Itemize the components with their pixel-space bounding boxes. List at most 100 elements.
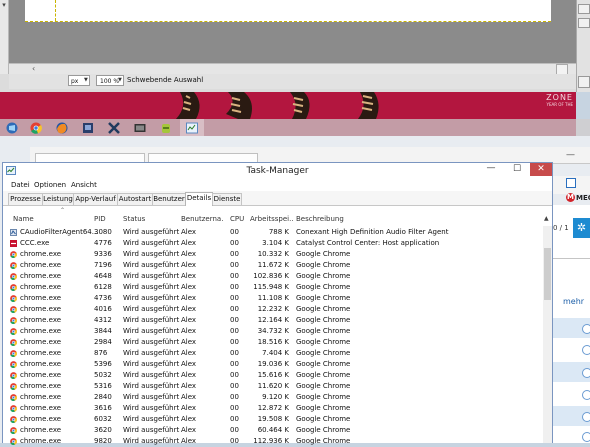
process-name: chrome.exe: [20, 349, 62, 357]
calendar-icon[interactable]: [566, 178, 576, 188]
process-memory: 19.508 K: [257, 415, 289, 423]
process-status: Wird ausgeführt: [123, 272, 180, 280]
process-memory: 102.836 K: [253, 272, 289, 280]
bookmark-mega[interactable]: MEGA: [576, 194, 590, 202]
taskbar-taskmanager[interactable]: [180, 119, 204, 136]
more-link[interactable]: mehr: [563, 297, 584, 306]
column-memory[interactable]: Arbeitsspei...: [250, 215, 294, 224]
scroll-left-icon[interactable]: ‹: [32, 64, 35, 73]
process-memory: 34.732 K: [257, 327, 289, 335]
table-row[interactable]: chrome.exe 4736 Wird ausgeführt Alex 00 11.10…: [8, 293, 542, 304]
tab-benutzer[interactable]: Benutzer: [152, 193, 186, 205]
menu-ansicht[interactable]: Ansicht: [71, 180, 97, 191]
close-button[interactable]: ✕: [530, 163, 552, 176]
process-status: Wird ausgeführt: [123, 415, 180, 423]
table-row[interactable]: chrome.exe 6128 Wird ausgeführt Alex 00 115.9…: [8, 282, 542, 293]
column-cpu[interactable]: CPU: [230, 215, 244, 224]
table-row[interactable]: chrome.exe 7196 Wird ausgeführt Alex 00 11.67…: [8, 260, 542, 271]
tab-autostart[interactable]: Autostart: [117, 193, 153, 205]
process-user: Alex: [181, 382, 197, 390]
panel-button[interactable]: [578, 76, 590, 88]
column-description[interactable]: Beschreibung: [296, 215, 344, 224]
taskbar-android[interactable]: [154, 119, 178, 136]
window-controls-icon[interactable]: —: [566, 150, 575, 160]
process-description: Catalyst Control Center: Host applicatio…: [296, 239, 440, 247]
table-row[interactable]: chrome.exe 9336 Wird ausgeführt Alex 00 10.33…: [8, 249, 542, 260]
process-user: Alex: [181, 316, 197, 324]
mega-icon[interactable]: M: [566, 193, 575, 202]
process-memory: 112.936 K: [253, 437, 289, 445]
table-row[interactable]: chrome.exe 5032 Wird ausgeführt Alex 00 15.61…: [8, 370, 542, 381]
table-row[interactable]: CCC.exe 4776 Wird ausgeführt Alex 00 3.104 K C…: [8, 238, 542, 249]
chevron-down-icon[interactable]: ▼: [84, 75, 90, 86]
settings-gear-icon[interactable]: ✲: [573, 218, 590, 238]
process-cpu: 00: [230, 349, 239, 357]
table-row[interactable]: chrome.exe 3844 Wird ausgeführt Alex 00 34.73…: [8, 326, 542, 337]
chevron-down-icon[interactable]: ▼: [118, 75, 124, 86]
start-button[interactable]: [0, 119, 24, 136]
tab-leistung[interactable]: Leistung: [42, 193, 74, 205]
process-user: Alex: [181, 338, 197, 346]
table-row[interactable]: chrome.exe 3620 Wird ausgeführt Alex 00 60.46…: [8, 425, 542, 436]
process-user: Alex: [181, 239, 197, 247]
table-row[interactable]: chrome.exe 876 Wird ausgeführt Alex 00 7.404 …: [8, 348, 542, 359]
column-status[interactable]: Status: [123, 215, 145, 224]
process-memory: 11.672 K: [257, 261, 289, 269]
panel-button[interactable]: [578, 4, 590, 14]
table-row[interactable]: chrome.exe 5396 Wird ausgeführt Alex 00 19.03…: [8, 359, 542, 370]
tab-details[interactable]: Details: [185, 192, 213, 206]
column-user[interactable]: Benutzerna...: [181, 215, 223, 224]
tab-dienste[interactable]: Dienste: [212, 193, 242, 205]
badge-icon: [582, 368, 590, 378]
taskbar-gimp[interactable]: [76, 119, 100, 136]
table-row[interactable]: chrome.exe 9820 Wird ausgeführt Alex 00 112.9…: [8, 436, 542, 447]
maximize-button[interactable]: ☐: [506, 163, 528, 176]
scroll-up-icon[interactable]: ▲: [544, 215, 549, 222]
table-row[interactable]: chrome.exe 6032 Wird ausgeführt Alex 00 19.50…: [8, 414, 542, 425]
table-row[interactable]: CAudioFilterAgent64... 3080 Wird ausgeführ…: [8, 227, 542, 238]
table-row[interactable]: chrome.exe 4016 Wird ausgeführt Alex 00 12.23…: [8, 304, 542, 315]
panel-button[interactable]: [578, 18, 590, 28]
media-icon: [134, 124, 146, 132]
taskbar-firefox[interactable]: [50, 119, 74, 136]
menu-optionen[interactable]: Optionen: [34, 180, 66, 191]
firefox-icon: [56, 122, 68, 134]
image-canvas[interactable]: [25, 0, 551, 22]
process-name: chrome.exe: [20, 426, 62, 434]
badge-icon: [582, 390, 590, 400]
taskbar-tools[interactable]: [102, 119, 126, 136]
table-row[interactable]: chrome.exe 4312 Wird ausgeführt Alex 00 12.16…: [8, 315, 542, 326]
table-row[interactable]: chrome.exe 2984 Wird ausgeführt Alex 00 18.51…: [8, 337, 542, 348]
process-name: chrome.exe: [20, 404, 62, 412]
process-cpu: 00: [230, 283, 239, 291]
table-row[interactable]: chrome.exe 5316 Wird ausgeführt Alex 00 11.62…: [8, 381, 542, 392]
table-row[interactable]: chrome.exe 3616 Wird ausgeführt Alex 00 12.87…: [8, 403, 542, 414]
process-user: Alex: [181, 404, 197, 412]
process-cpu: 00: [230, 437, 239, 445]
process-description: Google Chrome: [296, 415, 351, 423]
table-row[interactable]: chrome.exe 2840 Wird ausgeführt Alex 00 9.120…: [8, 392, 542, 403]
column-pid[interactable]: PID: [94, 215, 106, 224]
process-user: Alex: [181, 228, 197, 236]
process-user: Alex: [181, 415, 197, 423]
minimize-button[interactable]: —: [480, 163, 502, 176]
taskbar-chrome[interactable]: [24, 119, 48, 136]
process-memory: 115.948 K: [253, 283, 289, 291]
process-cpu: 00: [230, 250, 239, 258]
taskbar-media[interactable]: [128, 119, 152, 136]
column-name[interactable]: Name: [13, 215, 34, 224]
ruler-arrow-icon: ▾: [2, 1, 6, 9]
tab-prozesse[interactable]: Prozesse: [8, 193, 43, 205]
windows-icon: [6, 122, 18, 134]
tab-app-verlauf[interactable]: App-Verlauf: [73, 193, 118, 205]
table-row[interactable]: chrome.exe 4648 Wird ausgeführt Alex 00 102.8…: [8, 271, 542, 282]
chrome-icon: [10, 427, 17, 434]
ccc-icon: [10, 240, 17, 247]
window-title: Task-Manager: [246, 166, 309, 176]
process-memory: 10.332 K: [257, 250, 289, 258]
process-description: Google Chrome: [296, 294, 351, 302]
menu-datei[interactable]: Datei: [11, 180, 30, 191]
process-name: chrome.exe: [20, 294, 62, 302]
process-user: Alex: [181, 349, 197, 357]
process-description: Google Chrome: [296, 349, 351, 357]
